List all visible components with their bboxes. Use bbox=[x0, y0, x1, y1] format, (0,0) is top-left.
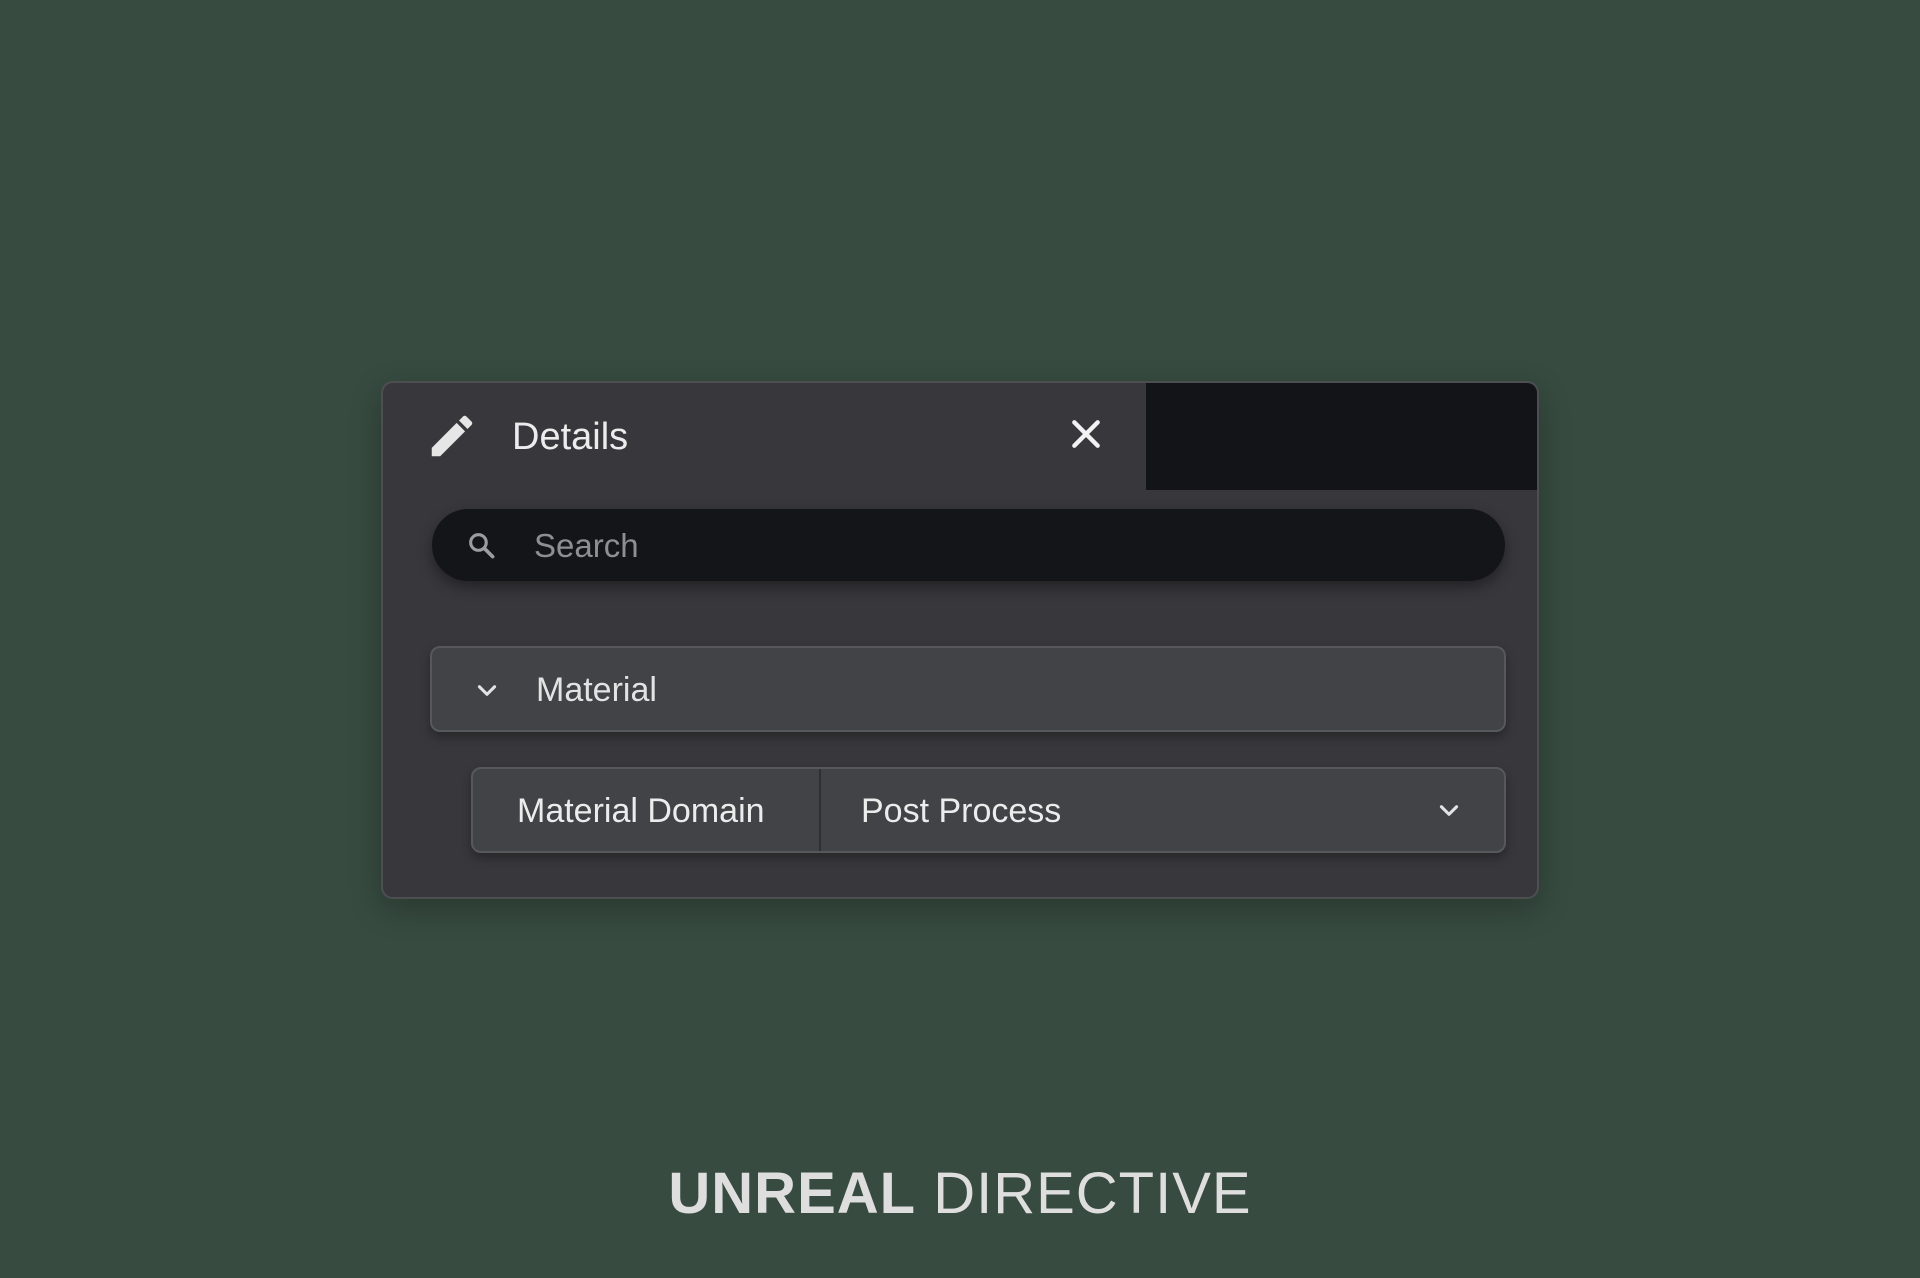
search-input[interactable] bbox=[532, 509, 1476, 583]
search-icon bbox=[469, 533, 495, 559]
chevron-down-icon bbox=[477, 685, 497, 696]
brand-bold-text: UNREAL bbox=[668, 1161, 917, 1226]
pencil-icon bbox=[431, 415, 473, 457]
close-icon[interactable] bbox=[1066, 414, 1106, 454]
property-name: Material Domain bbox=[517, 792, 765, 830]
search-bar bbox=[432, 509, 1505, 583]
brand-light-text: DIRECTIVE bbox=[933, 1161, 1252, 1226]
tab-details[interactable]: Details bbox=[383, 383, 1146, 490]
material-domain-select[interactable]: Post Process bbox=[821, 769, 1504, 851]
details-panel: Details Material Material Domain Post Pr… bbox=[381, 381, 1539, 899]
section-label: Material bbox=[536, 671, 657, 709]
chevron-down-icon bbox=[1439, 805, 1459, 816]
property-row-material-domain: Material Domain Post Process bbox=[471, 767, 1506, 853]
tab-strip bbox=[1146, 383, 1537, 490]
section-header-material[interactable]: Material bbox=[430, 646, 1506, 732]
property-value: Post Process bbox=[861, 792, 1062, 830]
tab-title: Details bbox=[512, 416, 629, 458]
brand-logo: UNREAL DIRECTIVE bbox=[0, 1160, 1920, 1228]
